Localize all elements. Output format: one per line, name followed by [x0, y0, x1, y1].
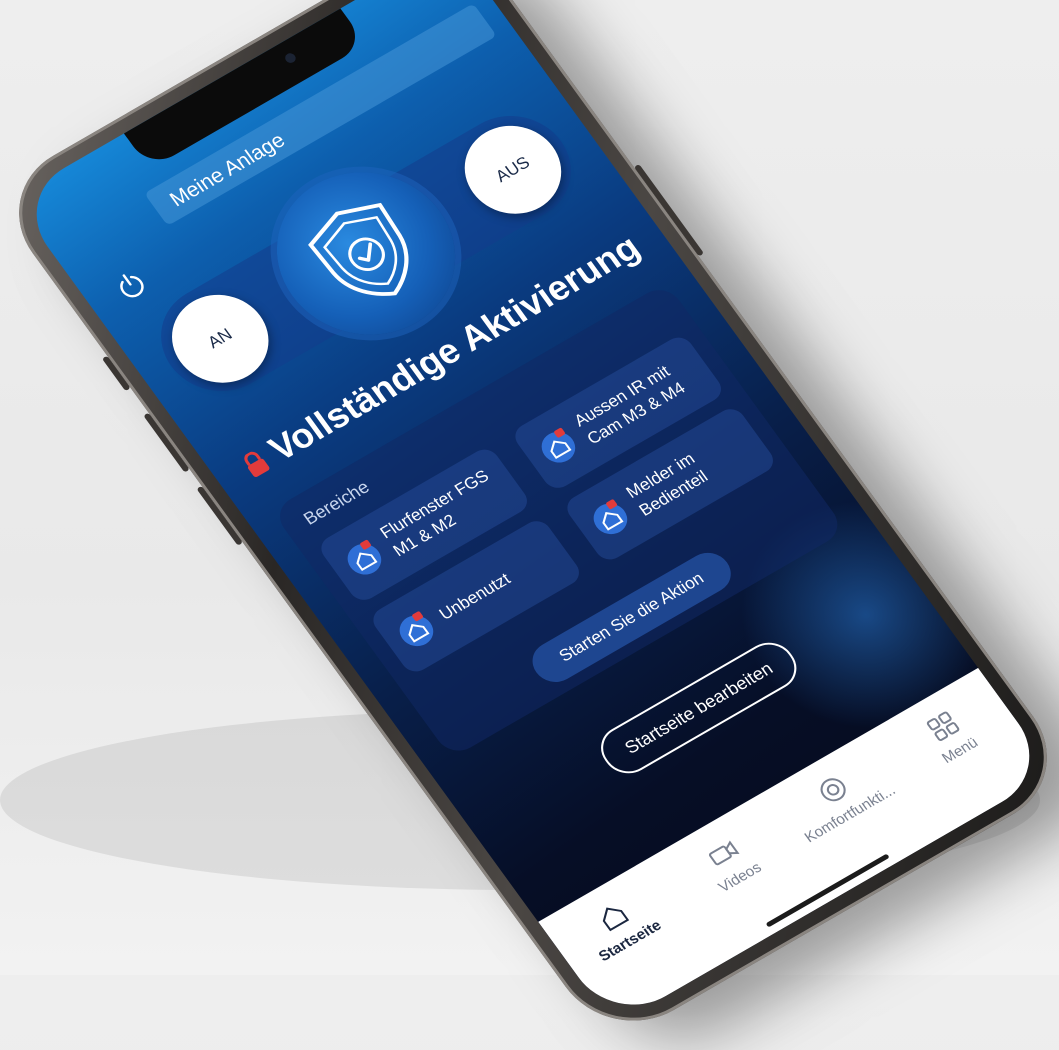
house-lock-icon: [541, 427, 576, 463]
phone-body: Meine Anlage AN AUS Vollständige Aktivie…: [0, 0, 1059, 1048]
action-button: [101, 355, 131, 392]
power-icon[interactable]: [109, 266, 153, 305]
nav-item-startseite[interactable]: Startseite: [556, 877, 683, 975]
house-lock-icon: [593, 499, 628, 535]
front-camera: [283, 51, 298, 65]
grid-menu-icon: [926, 711, 959, 742]
comfort-functions-icon: [820, 778, 846, 802]
nav-item-videos[interactable]: Videos: [666, 814, 793, 912]
video-camera-icon: [708, 840, 740, 866]
house-lock-icon: [347, 539, 382, 575]
home-icon: [602, 907, 629, 932]
shield-check-icon: [308, 202, 409, 296]
bottom-navigation: Startseite Videos Komfortfunkti... Menü: [538, 667, 1054, 1027]
home-indicator: [765, 853, 890, 928]
app-screen: Meine Anlage AN AUS Vollständige Aktivie…: [12, 0, 1054, 1027]
house-lock-icon: [399, 611, 434, 647]
area-label: Unbenutzt: [435, 569, 514, 624]
nav-item-komfortfunktionen[interactable]: Komfortfunkti...: [776, 750, 903, 848]
lock-icon: [244, 451, 270, 477]
